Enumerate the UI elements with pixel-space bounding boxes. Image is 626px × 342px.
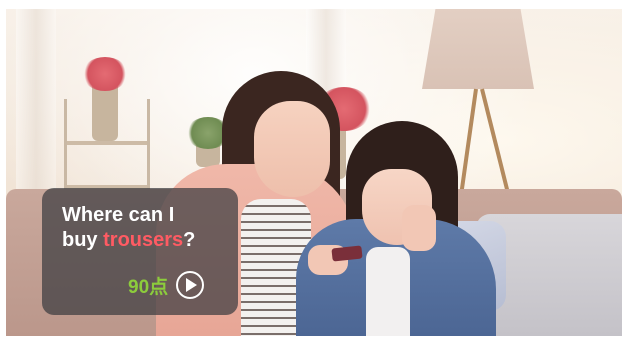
mother-face bbox=[254, 101, 330, 197]
question-mark: ? bbox=[183, 229, 196, 251]
girl-shirt bbox=[366, 247, 410, 336]
question-text: Where can I buy trousers? bbox=[62, 203, 242, 253]
score-row: 90点 bbox=[128, 268, 205, 302]
question-line-2: buy bbox=[62, 229, 104, 251]
quiz-card: Where can I buy trousers? 90点 bbox=[42, 188, 238, 315]
flower-pot bbox=[92, 85, 118, 141]
question-line-1: Where can I bbox=[62, 204, 175, 226]
lamp-shade bbox=[422, 9, 534, 89]
play-button[interactable] bbox=[176, 271, 205, 299]
play-icon bbox=[186, 278, 198, 292]
flower bbox=[82, 57, 128, 91]
question-keyword: trousers bbox=[103, 229, 184, 251]
score-label: 90点 bbox=[128, 276, 169, 298]
girl-hand bbox=[402, 205, 436, 251]
